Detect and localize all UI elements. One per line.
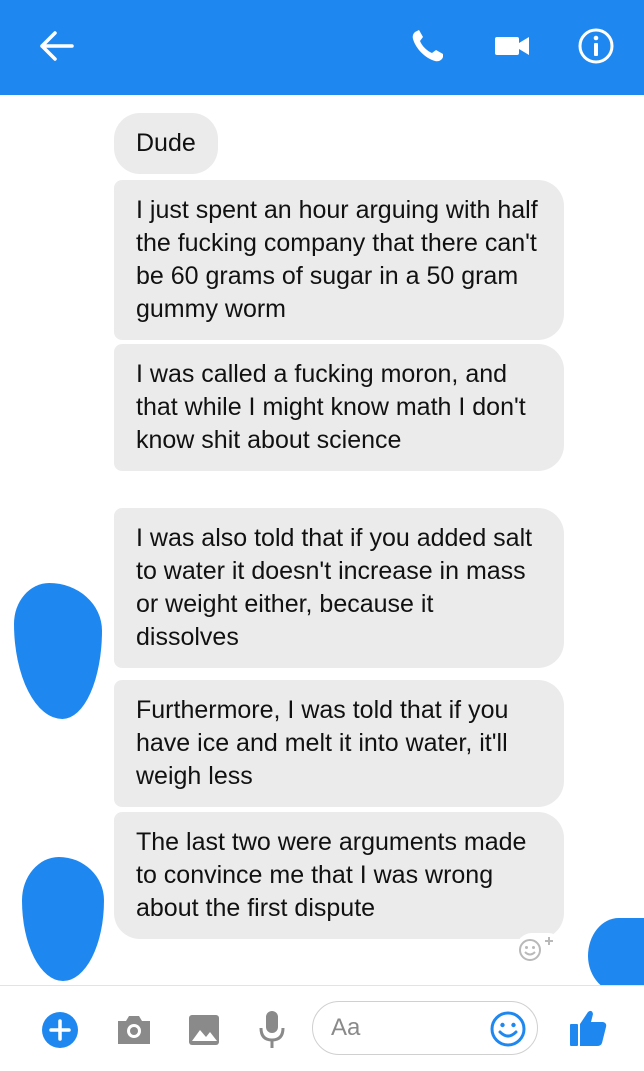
message-bubble: I was also told that if you added salt t… <box>114 508 564 668</box>
microphone-icon[interactable] <box>256 1008 288 1055</box>
camera-icon[interactable] <box>114 1012 154 1053</box>
emoji-icon[interactable] <box>489 1010 527 1048</box>
message-input-placeholder: Aa <box>331 1014 361 1041</box>
composer-bar: Aa <box>0 985 644 1071</box>
thumbs-up-icon[interactable] <box>566 1006 610 1055</box>
message-bubble: Furthermore, I was told that if you have… <box>114 680 564 807</box>
add-reaction-button[interactable] <box>516 933 564 965</box>
plus-icon[interactable] <box>40 1010 80 1055</box>
arrow-left-icon[interactable] <box>38 28 78 64</box>
video-camera-icon[interactable] <box>492 30 532 62</box>
info-icon[interactable] <box>576 26 616 66</box>
message-input[interactable]: Aa <box>312 1001 538 1055</box>
message-bubble: Dude <box>114 113 218 174</box>
message-bubble: I was called a fucking moron, and that w… <box>114 344 564 471</box>
image-icon[interactable] <box>186 1012 222 1053</box>
message-bubble: The last two were arguments made to conv… <box>114 812 564 939</box>
phone-icon[interactable] <box>408 28 448 64</box>
message-bubble: I just spent an hour arguing with half t… <box>114 180 564 340</box>
